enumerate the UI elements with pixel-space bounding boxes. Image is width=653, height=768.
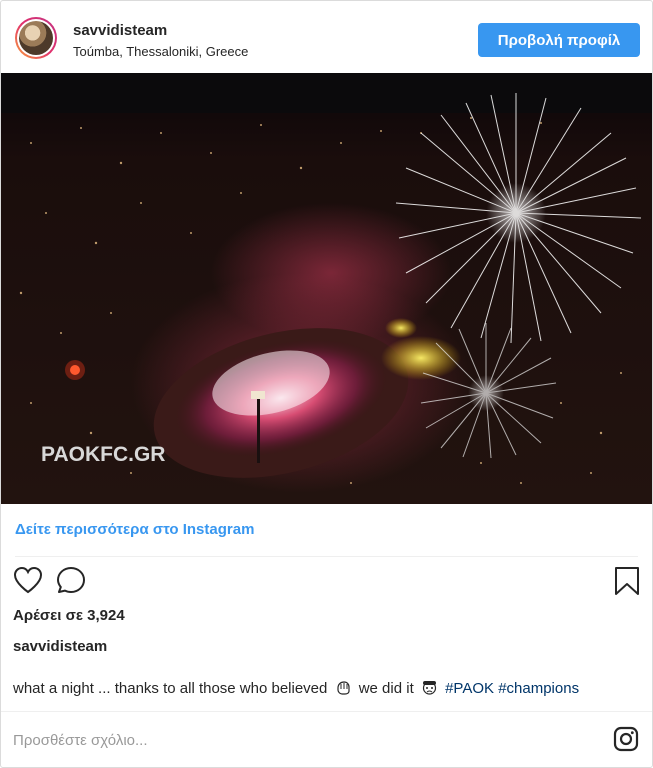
caption-text-part2: we did it (358, 680, 414, 697)
hashtag-champions[interactable]: #champions (498, 680, 579, 697)
post-header: savvidisteam Toúmba, Thessaloniki, Greec… (1, 1, 652, 73)
likes-count[interactable]: Αρέσει σε 3,924 (13, 607, 125, 624)
post-photo[interactable]: PAOKFC.GR (1, 73, 652, 504)
bookmark-icon[interactable] (614, 566, 640, 596)
clapping-hands-icon (336, 681, 350, 695)
view-profile-button[interactable]: Προβολή προφίλ (478, 23, 640, 57)
header-location[interactable]: Toúmba, Thessaloniki, Greece (73, 44, 248, 59)
avatar-ring (17, 19, 55, 57)
instagram-logo-icon[interactable] (613, 726, 639, 752)
instagram-embed-card: savvidisteam Toúmba, Thessaloniki, Greec… (0, 0, 653, 768)
add-comment-input[interactable]: Προσθέστε σχόλιο... (13, 732, 148, 749)
hashtag-paok[interactable]: #PAOK (445, 680, 494, 697)
photo-watermark: PAOKFC.GR (41, 443, 165, 466)
comment-icon[interactable] (56, 566, 86, 594)
view-more-on-instagram-link[interactable]: Δείτε περισσότερα στο Instagram (15, 521, 254, 538)
caption-username[interactable]: savvidisteam (13, 638, 107, 655)
divider (15, 556, 638, 557)
fireworks-stadium-image: PAOKFC.GR (1, 73, 652, 504)
header-username[interactable]: savvidisteam (73, 22, 167, 39)
crying-face-icon (422, 681, 437, 695)
caption-text: what a night ... thanks to all those who… (13, 680, 579, 697)
heart-icon[interactable] (13, 566, 43, 594)
avatar[interactable] (15, 17, 57, 59)
caption-text-part1: what a night ... thanks to all those who… (13, 680, 328, 697)
divider (1, 711, 652, 712)
avatar-image (19, 21, 53, 55)
